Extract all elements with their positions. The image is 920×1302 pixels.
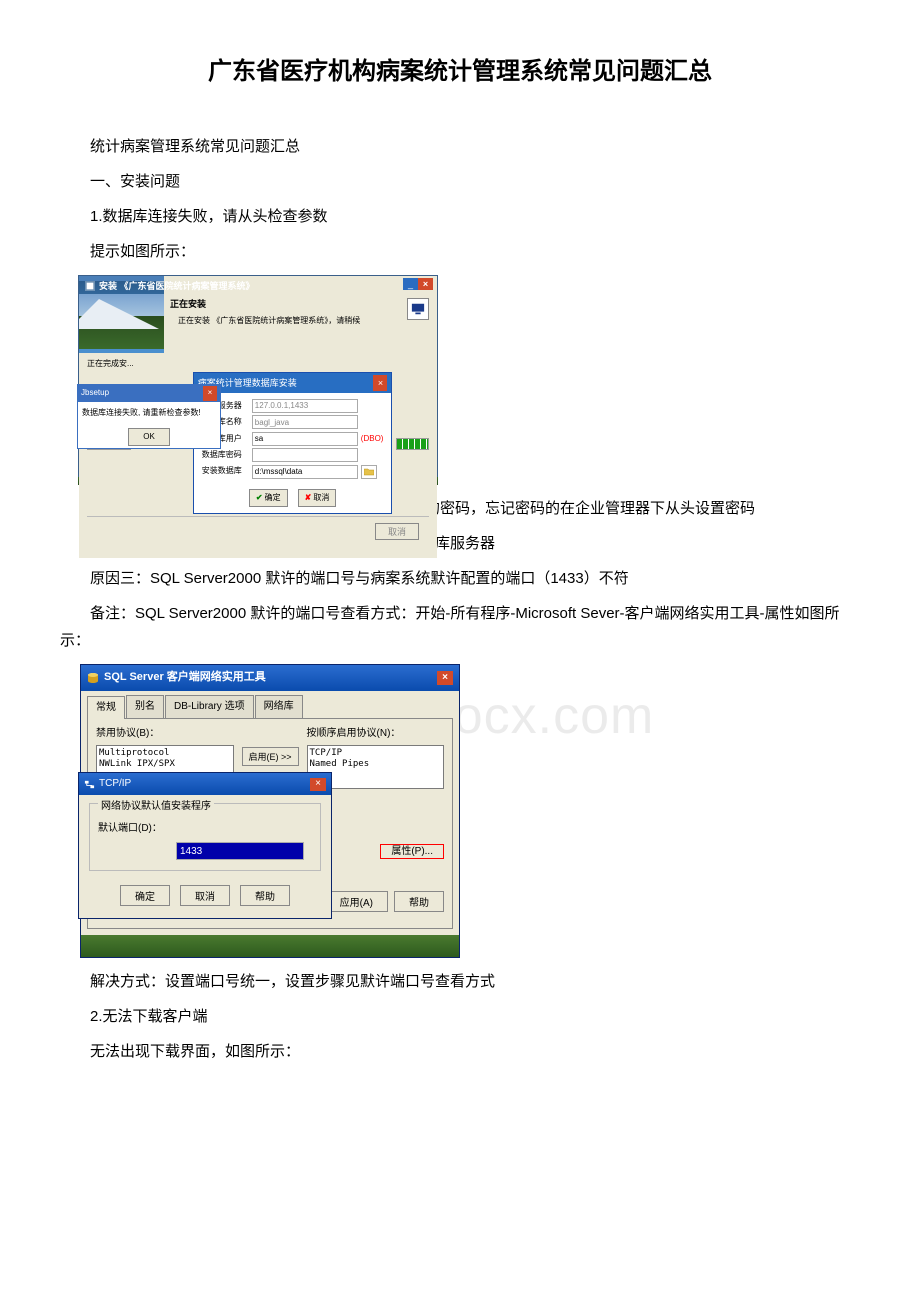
help-button[interactable]: 帮助 (394, 891, 444, 912)
network-icon (84, 779, 95, 790)
close-icon[interactable]: × (373, 375, 387, 391)
db-pwd-input[interactable] (252, 448, 358, 462)
question-1: 1.数据库连接失败，请从头检查参数 (60, 203, 860, 230)
db-install-dialog: 病案统计管理数据库安装 × 数据服务器 数据库名称 数据库用户(DBO) 数据库… (193, 372, 393, 515)
dbo-tag: (DBO) (361, 432, 384, 446)
note-text: 备注：SQL Server2000 默许的端口号查看方式：开始-所有程序-Mic… (60, 600, 860, 654)
default-port-input[interactable] (176, 842, 304, 860)
default-settings-group-label: 网络协议默认值安装程序 (98, 798, 214, 816)
enable-button[interactable]: 启用(E) >> (242, 747, 299, 766)
installer-titlebar: 安装 《广东省医院统计病案管理系统》 (85, 278, 255, 294)
page-title: 广东省医疗机构病案统计管理系统常见问题汇总 (60, 50, 860, 93)
folder-open-icon[interactable] (361, 465, 377, 479)
database-icon (87, 672, 99, 684)
close-icon[interactable]: × (203, 386, 217, 400)
installer-screenshot: 安装 《广东省医院统计病案管理系统》 _ × 正在安装 正在安装 《广东省医院统… (78, 275, 438, 485)
installer-window-title: 安装 《广东省医院统计病案管理系统》 (99, 278, 255, 294)
properties-button[interactable]: 属性(P)... (380, 844, 444, 859)
close-icon[interactable]: × (310, 778, 326, 791)
app-icon (85, 281, 95, 291)
error-dialog-title: Jbsetup (81, 386, 109, 400)
default-port-label: 默认端口(D)： (98, 820, 168, 838)
check-icon: ✔ (256, 491, 263, 505)
db-user-input[interactable] (252, 432, 358, 446)
db-server-input[interactable] (252, 399, 358, 413)
tcpip-properties-dialog: TCP/IP × 网络协议默认值安装程序 默认端口(D)： 确定 取消 帮助 (78, 772, 332, 919)
solution-text: 解决方式：设置端口号统一，设置步骤见默许端口号查看方式 (60, 968, 860, 995)
db-path-label: 安装数据库 (202, 464, 252, 478)
question-1-tip: 提示如图所示： (60, 238, 860, 265)
disabled-protocols-label: 禁用协议(B)： (96, 725, 234, 743)
tcpip-dialog-title: TCP/IP (99, 775, 131, 793)
confirm-button[interactable]: ✔确定 (249, 489, 288, 507)
intro-line: 统计病案管理系统常见问题汇总 (60, 133, 860, 160)
sql-utility-screenshot: SQL Server 客户端网络实用工具 × 常规 别名 DB-Library … (80, 664, 460, 958)
progress-label: 正在完成安... (87, 357, 134, 371)
reason-3: 原因三：SQL Server2000 默许的端口号与病案系统默许配置的端口（14… (60, 565, 860, 592)
ok-button[interactable]: OK (128, 428, 170, 446)
window-controls: _ × (403, 278, 433, 290)
cancel-button[interactable]: 取消 (180, 885, 230, 906)
close-icon[interactable]: × (418, 278, 433, 290)
error-dialog: Jbsetup × 数据库连接失败, 请重新检查参数! OK (77, 384, 221, 449)
tab-alias[interactable]: 别名 (126, 695, 164, 718)
computer-icon (411, 302, 425, 316)
installer-logo (407, 298, 429, 320)
apply-button[interactable]: 应用(A) (325, 891, 388, 912)
installing-subtext: 正在安装 《广东省医院统计病案管理系统》，请稍候 (178, 314, 431, 328)
progress-bar-right (396, 438, 429, 450)
ok-button[interactable]: 确定 (120, 885, 170, 906)
question-2: 2.无法下载客户端 (60, 1003, 860, 1030)
db-pwd-label: 数据库密码 (202, 448, 252, 462)
desktop-grass-strip (81, 935, 459, 957)
installer-banner-image (79, 294, 164, 349)
help-button[interactable]: 帮助 (240, 885, 290, 906)
error-message: 数据库连接失败, 请重新检查参数! (78, 402, 220, 424)
section-heading-1: 一、安装问题 (60, 168, 860, 195)
question-2-tip: 无法出现下载界面，如图所示： (60, 1038, 860, 1065)
tab-general[interactable]: 常规 (87, 696, 125, 719)
close-icon[interactable]: × (437, 671, 453, 685)
x-icon: ✘ (305, 491, 312, 505)
tab-netlib[interactable]: 网络库 (255, 695, 303, 718)
sql-window-title: SQL Server 客户端网络实用工具 (104, 668, 266, 688)
installer-cancel-button[interactable]: 取消 (375, 523, 419, 540)
minimize-icon[interactable]: _ (403, 278, 418, 290)
cancel-button[interactable]: ✘取消 (298, 489, 337, 507)
db-name-input[interactable] (252, 415, 358, 429)
installing-heading: 正在安装 (170, 299, 206, 309)
tab-dblibrary[interactable]: DB-Library 选项 (165, 695, 254, 718)
db-path-input[interactable] (252, 465, 358, 479)
enabled-protocols-label: 按顺序启用协议(N)： (307, 725, 445, 743)
